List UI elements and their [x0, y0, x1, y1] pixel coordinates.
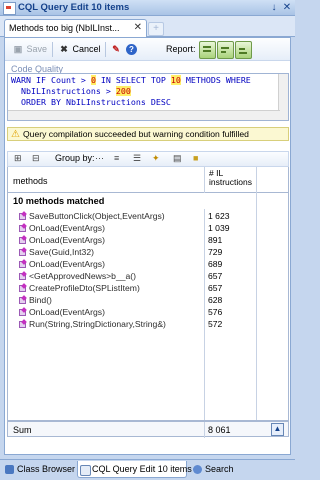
cancel-x-icon: ✖	[60, 44, 68, 54]
method-icon	[19, 295, 27, 304]
column-divider	[256, 193, 257, 420]
method-icon	[19, 211, 27, 220]
results-grid-header: methods # IL instructions	[7, 167, 289, 193]
method-icon	[19, 235, 27, 244]
method-icon	[19, 319, 27, 328]
report-type-1-icon[interactable]	[199, 41, 216, 59]
report-type-2-icon[interactable]	[217, 41, 234, 59]
group-by-label: Group by:	[55, 153, 95, 163]
method-icon	[19, 307, 27, 316]
table-row[interactable]: OnLoad(EventArgs) 1 039	[8, 223, 256, 234]
class-browser-icon	[5, 465, 14, 474]
tab-label: CQL Query Edit 10 items	[92, 464, 192, 474]
tab-label: Search	[205, 464, 234, 474]
document-tab-strip: Methods too big (NbILInst... ✕ +	[0, 16, 295, 38]
cql-icon	[80, 465, 91, 476]
table-row[interactable]: OnLoad(EventArgs) 891	[8, 235, 256, 246]
query-line-2: NbILInstructions > 200	[11, 86, 131, 96]
expand-all-icon[interactable]: ⊞	[14, 153, 22, 164]
table-row[interactable]: Run(String,StringDictionary,String&) 572	[8, 319, 256, 330]
close-icon[interactable]: ✕	[281, 1, 293, 14]
column-divider	[204, 422, 205, 438]
table-row[interactable]: SaveButtonClick(Object,EventArgs) 1 623	[8, 211, 256, 222]
group-file-icon[interactable]: ▤	[173, 153, 182, 164]
toolbar-separator	[105, 42, 106, 57]
title-bar: CQL Query Edit 10 items ↓ ✕	[0, 0, 295, 16]
table-row[interactable]: Bind() 628	[8, 295, 256, 306]
table-row[interactable]: OnLoad(EventArgs) 689	[8, 259, 256, 270]
app-icon	[3, 2, 16, 15]
collapse-panel-button[interactable]: ▲	[271, 423, 284, 436]
sum-label: Sum	[13, 425, 32, 435]
table-row[interactable]: Save(Guid,Int32) 729	[8, 247, 256, 258]
method-icon	[19, 223, 27, 232]
column-methods[interactable]: methods	[13, 176, 48, 186]
horizontal-scrollbar[interactable]	[8, 110, 280, 120]
group-header: 10 methods matched	[13, 196, 105, 206]
warning-icon: ⚠	[11, 129, 20, 140]
report-label: Report:	[166, 44, 196, 54]
warning-bar: ⚠ Query compilation succeeded but warnin…	[7, 127, 289, 141]
column-divider	[204, 167, 205, 193]
close-tab-icon[interactable]: ✕	[134, 22, 142, 33]
tab-class-browser[interactable]: Class Browser	[3, 461, 76, 478]
table-row[interactable]: OnLoad(EventArgs) 576	[8, 307, 256, 318]
column-il-instructions[interactable]: # IL instructions	[209, 169, 252, 187]
method-icon	[19, 247, 27, 256]
tab-methods-too-big[interactable]: Methods too big (NbILInst... ✕	[4, 19, 147, 38]
group-folder-icon[interactable]: ■	[193, 153, 198, 163]
toolbar-separator	[52, 42, 53, 57]
grid-toolbar: ⊞ ⊟ Group by: ⋯ ≡ ☰ ✦ ▤ ■	[7, 151, 289, 167]
help-icon: ?	[126, 44, 137, 55]
method-icon	[19, 283, 27, 292]
sum-row: Sum 8 061 ▲	[7, 421, 289, 438]
cancel-label: Cancel	[72, 44, 101, 54]
sum-value: 8 061	[208, 425, 231, 435]
edit-query-button[interactable]: ✎	[110, 42, 122, 57]
save-label: Save	[26, 44, 48, 54]
method-icon	[19, 271, 27, 280]
cancel-button[interactable]: ✖ Cancel	[58, 42, 101, 57]
results-grid: 10 methods matched SaveButtonClick(Objec…	[7, 193, 289, 421]
tab-search[interactable]: Search	[191, 461, 239, 478]
report-type-3-icon[interactable]	[235, 41, 252, 59]
group-type-icon[interactable]: ☰	[133, 153, 141, 164]
method-icon	[19, 259, 27, 268]
warning-text: Query compilation succeeded but warning …	[23, 129, 249, 139]
bottom-tab-strip: Class Browser CQL Query Edit 10 items Se…	[0, 459, 295, 480]
query-toolbar: ▣ Save ✖ Cancel ✎ ? Report:	[5, 38, 290, 61]
help-button[interactable]: ?	[126, 42, 137, 57]
save-button[interactable]: ▣ Save	[12, 42, 47, 57]
query-line-3: ORDER BY NbILInstructions DESC	[11, 97, 171, 107]
save-icon: ▣	[13, 44, 23, 54]
new-tab-button[interactable]: +	[148, 22, 164, 36]
window-title: CQL Query Edit 10 items	[18, 2, 130, 13]
table-row[interactable]: <GetApprovedNews>b__a() 657	[8, 271, 256, 282]
query-line-1: WARN IF Count > 0 IN SELECT TOP 10 METHO…	[11, 75, 251, 85]
binoculars-icon	[193, 465, 202, 474]
tab-label: Methods too big (NbILInst...	[9, 23, 120, 33]
table-row[interactable]: CreateProfileDto(SPListItem) 657	[8, 283, 256, 294]
cql-query-editor[interactable]: WARN IF Count > 0 IN SELECT TOP 10 METHO…	[7, 73, 289, 121]
column-il-line2: instructions	[209, 177, 252, 187]
collapse-all-icon[interactable]: ⊟	[32, 153, 40, 164]
group-assembly-icon[interactable]: ✦	[152, 153, 160, 164]
column-divider	[256, 167, 257, 193]
pin-icon[interactable]: ↓	[268, 1, 280, 14]
tab-cql-query-edit[interactable]: CQL Query Edit 10 items	[77, 461, 192, 478]
group-namespace-icon[interactable]: ≡	[114, 153, 119, 163]
group-none-icon[interactable]: ⋯	[95, 153, 104, 164]
pencil-icon: ✎	[112, 44, 120, 54]
tab-label: Class Browser	[17, 464, 76, 474]
